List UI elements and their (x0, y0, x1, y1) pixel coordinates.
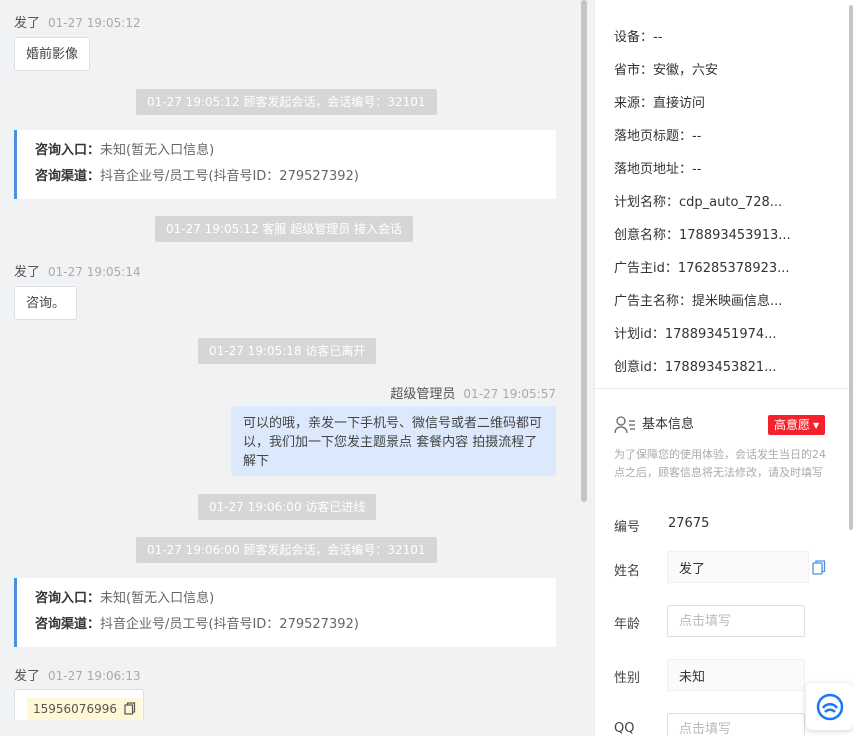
system-message: 01-27 19:05:12 顾客发起会话，会话编号：32101 (136, 89, 437, 115)
info-row-plan-id: 计划id：178893451974... (614, 327, 777, 342)
qq-label: QQ (614, 721, 635, 736)
edit-hint: 为了保障您的使用体验，会话发生当日的24点之后，顾客信息将无法修改，请及时填写 (614, 448, 826, 479)
info-row-advertiser-id: 广告主id：176285378923... (614, 261, 790, 276)
message-time: 01-27 19:05:12 (48, 16, 141, 30)
system-message: 01-27 19:05:18 访客已离开 (198, 338, 377, 364)
info-row-creative-id: 创意id：178893453821... (614, 360, 777, 375)
gender-label: 性别 (614, 671, 641, 686)
message-sender: 发了 01-27 19:06:13 (14, 669, 141, 684)
chat-panel: 发了 01-27 19:05:12 婚前影像 01-27 19:05:12 顾客发… (0, 0, 580, 720)
message-time: 01-27 19:05:14 (48, 265, 141, 279)
chat-scrollbar[interactable] (581, 0, 587, 502)
system-message: 01-27 19:06:00 访客已进线 (198, 494, 377, 520)
gender-field[interactable] (667, 659, 805, 691)
age-field[interactable] (667, 605, 805, 637)
info-scrollbar[interactable] (849, 5, 853, 530)
id-value: 27675 (668, 516, 710, 531)
consult-info-card: 咨询入口：未知(暂无入口信息) 咨询渠道：抖音企业号/员工号(抖音号ID：279… (14, 578, 556, 647)
phone-number[interactable]: 15956076996 (27, 698, 142, 720)
name-field[interactable] (667, 551, 809, 583)
phone-message: 15956076996 (14, 689, 144, 720)
name-label: 姓名 (614, 564, 641, 579)
customer-info-panel: 设备：-- 省市：安徽，六安 来源：直接访问 落地页标题：-- 落地页地址：--… (594, 0, 853, 736)
info-row-device: 设备：-- (614, 30, 663, 45)
info-row-landing-title: 落地页标题：-- (614, 129, 702, 144)
system-message: 01-27 19:05:12 客服 超级管理员 接入会话 (155, 216, 414, 242)
age-label: 年龄 (614, 617, 641, 632)
user-list-icon (614, 415, 635, 433)
info-row-creative-name: 创意名称：178893453913... (614, 228, 791, 243)
id-label: 编号 (614, 520, 641, 535)
message-time: 01-27 19:05:57 (463, 387, 556, 401)
basic-info-title: 基本信息 (614, 413, 694, 434)
message-sender: 发了 01-27 19:05:14 (14, 265, 141, 280)
info-row-region: 省市：安徽，六安 (614, 63, 719, 78)
section-divider (595, 388, 853, 389)
info-row-landing-url: 落地页地址：-- (614, 162, 702, 177)
caret-down-icon: ▼ (813, 421, 820, 430)
info-row-source: 来源：直接访问 (614, 96, 706, 111)
copy-icon[interactable] (812, 560, 826, 575)
info-row-plan-name: 计划名称：cdp_auto_728... (614, 195, 783, 210)
info-row-advertiser-name: 广告主名称：提米映画信息... (614, 294, 783, 309)
intent-badge[interactable]: 高意愿 ▼ (768, 415, 826, 435)
message-sender: 发了 01-27 19:05:12 (14, 16, 141, 31)
customer-message: 婚前影像 (14, 37, 91, 71)
assistant-icon (816, 693, 844, 721)
customer-message: 咨询。 (14, 286, 78, 320)
message-time: 01-27 19:06:13 (48, 669, 141, 683)
qq-field[interactable] (667, 713, 805, 736)
assistant-float-button[interactable] (806, 683, 853, 730)
consult-info-card: 咨询入口：未知(暂无入口信息) 咨询渠道：抖音企业号/员工号(抖音号ID：279… (14, 130, 556, 199)
system-message: 01-27 19:06:00 顾客发起会话，会话编号：32101 (136, 537, 437, 563)
agent-message: 可以的哦，亲发一下手机号、微信号或者二维码都可以，我们加一下您发主题景点 套餐内… (231, 406, 556, 476)
copy-icon[interactable] (124, 702, 136, 715)
agent-sender: 超级管理员 01-27 19:05:57 (390, 387, 556, 402)
